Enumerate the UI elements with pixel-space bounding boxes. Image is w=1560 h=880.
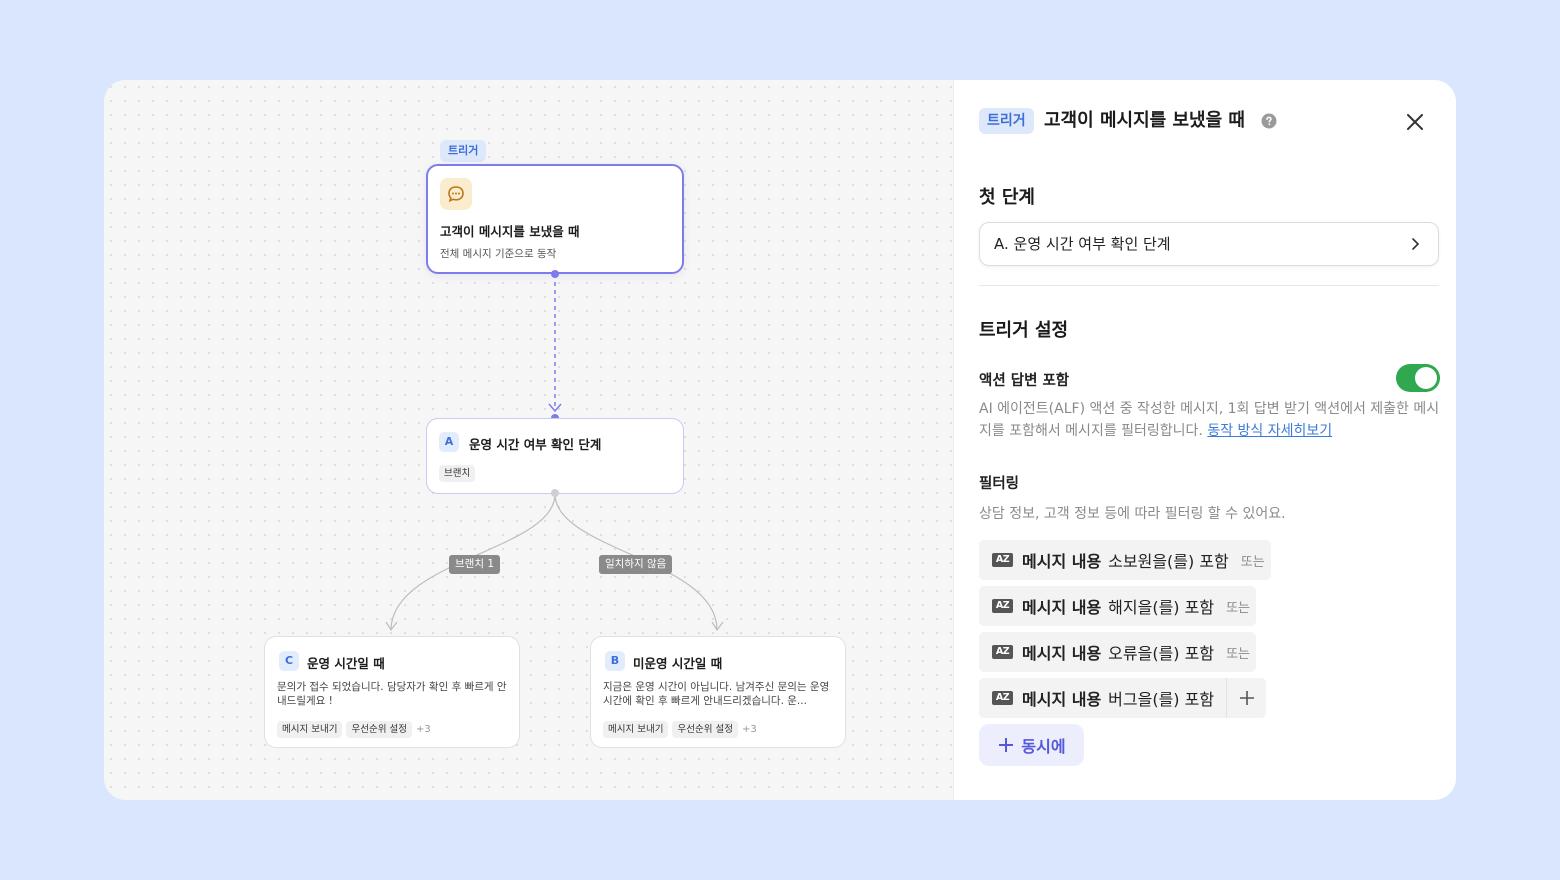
filter-field: 메시지 내용: [1022, 598, 1102, 617]
help-icon[interactable]: [1261, 113, 1277, 133]
add-and-filter-button[interactable]: 동시에: [979, 724, 1084, 766]
node-c-chips: 메시지 보내기 우선순위 설정 +3: [277, 717, 431, 738]
filter-joiner[interactable]: 또는: [1241, 551, 1265, 570]
filter-row[interactable]: AZ 메시지 내용 해지을(를) 포함 또는: [979, 586, 1256, 626]
filter-joiner[interactable]: 또는: [1226, 643, 1250, 662]
edge-arrow-b: [711, 621, 724, 632]
trigger-node-subtitle: 전체 메시지 기준으로 동작: [440, 248, 557, 260]
chip-set-priority: 우선순위 설정: [346, 721, 412, 738]
trigger-settings-panel: 트리거 고객이 메시지를 보냈을 때 첫 단계 A. 운영 시간 여부 확인 단…: [955, 80, 1456, 800]
trigger-node[interactable]: 고객이 메시지를 보냈을 때 전체 메시지 기준으로 동작: [426, 164, 684, 274]
node-a-chip: 브랜치: [439, 465, 476, 482]
filter-field: 메시지 내용: [1022, 644, 1102, 663]
chip-send-message: 메시지 보내기: [603, 721, 669, 738]
workflow-canvas[interactable]: 트리거 고객이 메시지를 보냈을 때 전체 메시지 기준으로 동작 A 운영 시…: [104, 80, 954, 800]
filtering-description: 상담 정보, 고객 정보 등에 따라 필터링 할 수 있어요.: [979, 506, 1286, 522]
node-a-card[interactable]: A 운영 시간 여부 확인 단계 브랜치: [426, 418, 684, 494]
text-field-icon: AZ: [992, 599, 1013, 613]
filter-field: 메시지 내용: [1022, 690, 1102, 709]
action-reply-label: 액션 답변 포함: [979, 373, 1070, 389]
text-field-icon: AZ: [992, 691, 1013, 705]
add-or-filter-button[interactable]: [1226, 678, 1266, 718]
node-a-title: 운영 시간 여부 확인 단계: [469, 437, 602, 452]
trigger-node-title: 고객이 메시지를 보냈을 때: [440, 224, 580, 239]
trigger-node-tag: 트리거: [440, 140, 487, 162]
node-c-title: 운영 시간일 때: [307, 656, 385, 671]
filter-condition: 버그을(를) 포함: [1108, 690, 1215, 709]
first-step-select[interactable]: A. 운영 시간 여부 확인 단계: [979, 222, 1439, 266]
filter-joiner[interactable]: 또는: [1226, 597, 1250, 616]
node-a-letter-badge: A: [439, 432, 459, 452]
panel-header-tag: 트리거: [979, 108, 1034, 134]
workflow-editor-window: 트리거 고객이 메시지를 보냈을 때 전체 메시지 기준으로 동작 A 운영 시…: [104, 80, 1456, 800]
action-reply-toggle[interactable]: [1396, 364, 1440, 392]
first-step-heading: 첫 단계: [979, 187, 1035, 208]
first-step-value: A. 운영 시간 여부 확인 단계: [994, 235, 1171, 253]
section-divider: [979, 285, 1439, 286]
filtering-heading: 필터링: [979, 476, 1020, 492]
chip-set-priority: 우선순위 설정: [672, 721, 738, 738]
node-c-description: 문의가 접수 되었습니다. 담당자가 확인 후 빠르게 안내드릴게요 !: [277, 681, 507, 707]
plus-icon: [999, 738, 1014, 752]
filter-condition: 해지을(를) 포함: [1108, 598, 1215, 617]
learn-more-link[interactable]: 동작 방식 자세히보기: [1207, 423, 1332, 439]
chip-send-message: 메시지 보내기: [277, 721, 343, 738]
action-reply-description: AI 에이전트(ALF) 액션 중 작성한 메시지, 1회 답변 받기 액션에서…: [979, 398, 1441, 442]
filter-row[interactable]: AZ 메시지 내용 오류을(를) 포함 또는: [979, 632, 1256, 672]
node-c-card[interactable]: C 운영 시간일 때 문의가 접수 되었습니다. 담당자가 확인 후 빠르게 안…: [264, 636, 520, 748]
close-icon[interactable]: [1403, 110, 1427, 134]
chip-more-count: +3: [415, 724, 431, 735]
chevron-right-icon: [1412, 238, 1420, 250]
node-b-description: 지금은 운영 시간이 아닙니다. 남겨주신 문의는 운영 시간에 확인 후 빠르…: [603, 681, 830, 707]
chat-bubble-icon: [440, 178, 472, 210]
edge-label-no-match[interactable]: 일치하지 않음: [599, 555, 673, 574]
text-field-icon: AZ: [992, 645, 1013, 659]
node-c-letter-badge: C: [279, 651, 299, 671]
chip-more-count: +3: [741, 724, 757, 735]
trigger-out-port[interactable]: [551, 270, 559, 278]
filter-condition: 소보원을(를) 포함: [1108, 552, 1229, 571]
filter-row[interactable]: AZ 메시지 내용 소보원을(를) 포함 또는: [979, 540, 1271, 580]
node-b-card[interactable]: B 미운영 시간일 때 지금은 운영 시간이 아닙니다. 남겨주신 문의는 운영…: [590, 636, 846, 748]
node-b-title: 미운영 시간일 때: [633, 656, 723, 671]
filter-condition: 오류을(를) 포함: [1108, 644, 1215, 663]
node-a-out-port[interactable]: [551, 489, 559, 497]
panel-header-title: 고객이 메시지를 보냈을 때: [1044, 110, 1245, 131]
node-b-chips: 메시지 보내기 우선순위 설정 +3: [603, 717, 757, 738]
add-and-filter-label: 동시에: [1021, 737, 1066, 756]
text-field-icon: AZ: [992, 553, 1013, 567]
filter-field: 메시지 내용: [1022, 552, 1102, 571]
trigger-settings-heading: 트리거 설정: [979, 320, 1069, 341]
plus-icon: [1239, 691, 1254, 705]
edge-label-branch-1[interactable]: 브랜치 1: [449, 555, 500, 574]
filter-row[interactable]: AZ 메시지 내용 버그을(를) 포함: [979, 678, 1267, 718]
node-b-letter-badge: B: [605, 651, 625, 671]
toggle-knob: [1415, 367, 1437, 389]
